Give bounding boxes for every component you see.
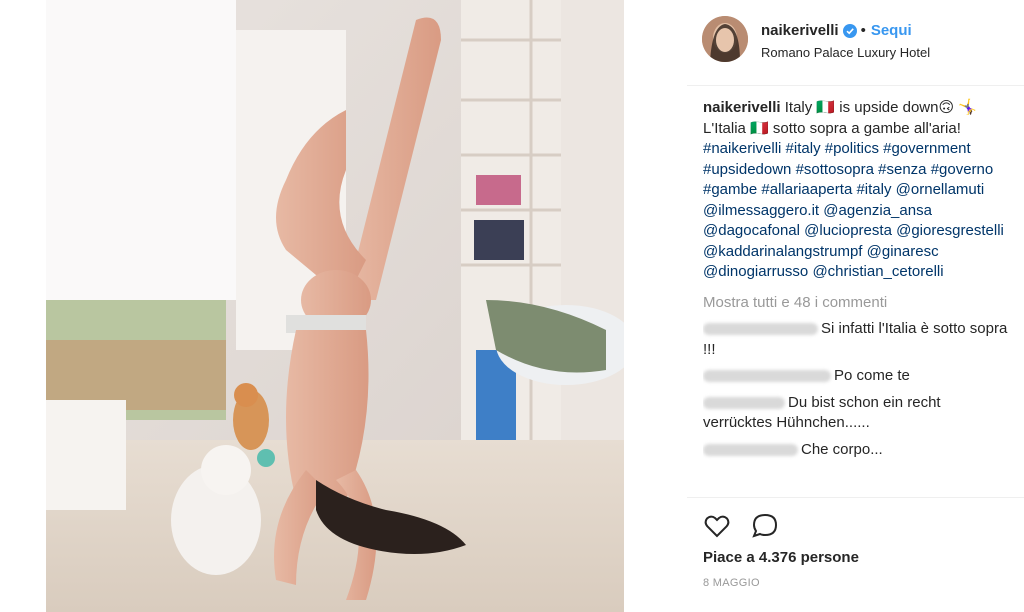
post-date[interactable]: 8 MAGGIO — [703, 577, 760, 589]
mention-link[interactable]: @ginaresc — [867, 243, 939, 260]
caption: naikerivelli Italy 🇮🇹 is upside down🙃 🤸‍… — [703, 98, 1013, 283]
heart-icon[interactable] — [703, 512, 731, 540]
caption-text-line1: Italy 🇮🇹 is upside down🙃 🤸‍♀️ — [784, 99, 977, 116]
mention-link[interactable]: @agenzia_ansa — [823, 202, 932, 219]
mention-link[interactable]: @kaddarinalangstrumpf — [703, 243, 862, 260]
likes-count[interactable]: Piace a 4.376 persone — [703, 549, 859, 566]
comment-username-blurred[interactable] — [703, 396, 785, 409]
user-row: naikerivelli • Sequi — [761, 22, 912, 39]
comment-item: Po come te — [703, 366, 1013, 387]
comment-item: Si infatti l'Italia è sotto sopra !!! — [703, 319, 1013, 360]
mention-link[interactable]: @ornellamuti — [896, 181, 985, 198]
hashtag-link[interactable]: #italy — [786, 140, 821, 157]
hashtag-link[interactable]: #government — [883, 140, 971, 157]
action-icons — [703, 512, 779, 540]
hashtag-link[interactable]: #italy — [856, 181, 891, 198]
post-header: naikerivelli • Sequi Romano Palace Luxur… — [687, 0, 1024, 86]
avatar[interactable] — [702, 16, 748, 62]
post-sidebar: naikerivelli • Sequi Romano Palace Luxur… — [687, 0, 1024, 612]
comments-list[interactable]: naikerivelli Italy 🇮🇹 is upside down🙃 🤸‍… — [703, 98, 1013, 496]
photo-pane — [0, 0, 672, 612]
caption-text-line2: L'Italia 🇮🇹 sotto sopra a gambe all'aria… — [703, 119, 961, 137]
speech-bubble-icon[interactable] — [751, 512, 779, 540]
location-link[interactable]: Romano Palace Luxury Hotel — [761, 45, 930, 60]
mention-link[interactable]: @ilmessaggero.it — [703, 202, 819, 219]
hashtag-link[interactable]: #allariaaperta — [761, 181, 852, 198]
hashtag-link[interactable]: #gambe — [703, 181, 757, 198]
comment-username-blurred[interactable] — [703, 370, 831, 383]
caption-hashtags: #naikerivelli #italy #politics #governme… — [703, 140, 1004, 280]
hashtag-link[interactable]: #politics — [825, 140, 879, 157]
hashtag-link[interactable]: #senza — [878, 161, 926, 178]
mention-link[interactable]: @gioresgrestelli — [896, 222, 1004, 239]
comment-text: Po come te — [834, 367, 910, 384]
post-photo[interactable] — [46, 0, 624, 612]
separator-dot: • — [860, 22, 866, 39]
comment-item: Che corpo... — [703, 440, 1013, 461]
hashtag-link[interactable]: #sottosopra — [796, 161, 874, 178]
caption-username[interactable]: naikerivelli — [703, 99, 781, 116]
comment-username-blurred[interactable] — [703, 443, 798, 456]
hashtag-link[interactable]: #naikerivelli — [703, 140, 781, 157]
mention-link[interactable]: @dinogiarrusso — [703, 263, 808, 280]
show-all-comments-link[interactable]: Mostra tutti e 48 i commenti — [703, 293, 1013, 314]
avatar-image — [702, 16, 748, 62]
post-image — [46, 0, 624, 612]
mention-link[interactable]: @dagocafonal — [703, 222, 800, 239]
comment-username-blurred[interactable] — [703, 323, 818, 336]
comment-text: Che corpo... — [801, 440, 883, 458]
mention-link[interactable]: @luciopresta — [804, 222, 892, 239]
hashtag-link[interactable]: #upsidedown — [703, 161, 791, 178]
post-actions: Piace a 4.376 persone 8 MAGGIO — [687, 497, 1024, 612]
follow-button[interactable]: Sequi — [871, 22, 912, 39]
hashtag-link[interactable]: #governo — [931, 161, 994, 178]
comment-item: Du bist schon ein recht verrücktes Hühnc… — [703, 393, 1013, 434]
verified-badge-icon — [842, 23, 857, 38]
username-link[interactable]: naikerivelli — [761, 22, 839, 39]
mention-link[interactable]: @christian_cetorelli — [812, 263, 943, 280]
